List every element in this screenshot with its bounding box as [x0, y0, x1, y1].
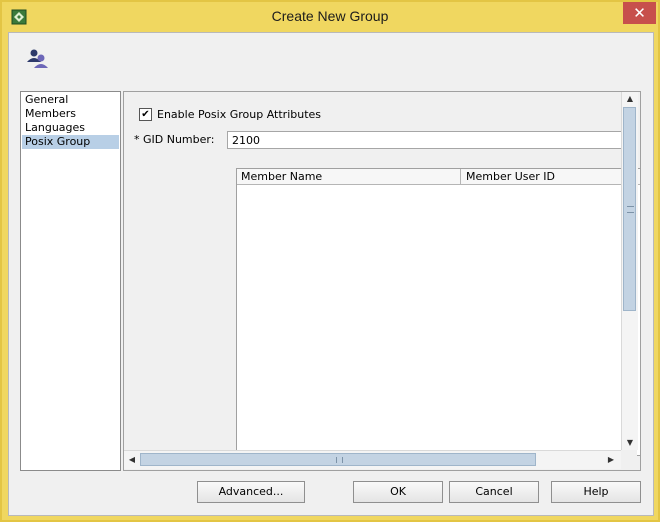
scroll-right-icon[interactable]: ▶: [604, 453, 618, 467]
enable-posix-checkbox[interactable]: ✔: [139, 107, 152, 121]
gid-label: * GID Number:: [134, 133, 215, 146]
ok-button[interactable]: OK: [353, 481, 443, 503]
scroll-down-icon[interactable]: ▼: [622, 436, 638, 450]
grip-icon: [627, 206, 634, 213]
vertical-scroll-thumb[interactable]: [623, 107, 636, 311]
dialog-window: Create New Group ✕ General Members Languag…: [0, 0, 660, 522]
column-member-name[interactable]: Member Name: [237, 169, 461, 184]
scroll-left-icon[interactable]: ◀: [125, 453, 139, 467]
horizontal-scrollbar[interactable]: ◀ ▶: [124, 450, 621, 469]
help-button[interactable]: Help: [551, 481, 641, 503]
window-title: Create New Group: [271, 8, 389, 24]
vertical-scrollbar[interactable]: ▲ ▼: [621, 92, 638, 450]
posix-group-panel: ✔ Enable Posix Group Attributes * GID Nu…: [123, 91, 641, 471]
scroll-corner: [621, 450, 637, 468]
dialog-body: General Members Languages Posix Group ✔ Ena…: [8, 32, 654, 516]
scroll-up-icon[interactable]: ▲: [622, 92, 638, 106]
column-member-user-id[interactable]: Member User ID: [462, 169, 640, 184]
group-icon: [27, 49, 48, 68]
horizontal-scroll-thumb[interactable]: [140, 453, 536, 466]
enable-posix-label: Enable Posix Group Attributes: [157, 107, 322, 121]
table-header: Member Name Member User ID: [237, 169, 640, 185]
nav-item-members[interactable]: Members: [22, 107, 119, 121]
close-button[interactable]: ✕: [623, 2, 656, 24]
cancel-button[interactable]: Cancel: [449, 481, 539, 503]
enable-posix-row[interactable]: ✔ Enable Posix Group Attributes: [139, 106, 321, 122]
nav-item-languages[interactable]: Languages: [22, 121, 119, 135]
nav-item-posix-group[interactable]: Posix Group: [22, 135, 119, 149]
advanced-button[interactable]: Advanced...: [197, 481, 305, 503]
title-bar[interactable]: Create New Group ✕: [2, 2, 658, 32]
gid-number-input[interactable]: 2100: [227, 131, 627, 149]
close-icon: ✕: [633, 4, 646, 22]
grip-icon: [336, 457, 343, 463]
nav-item-general[interactable]: General: [22, 93, 119, 107]
members-table: Member Name Member User ID: [236, 168, 640, 456]
category-list: General Members Languages Posix Group: [20, 91, 121, 471]
